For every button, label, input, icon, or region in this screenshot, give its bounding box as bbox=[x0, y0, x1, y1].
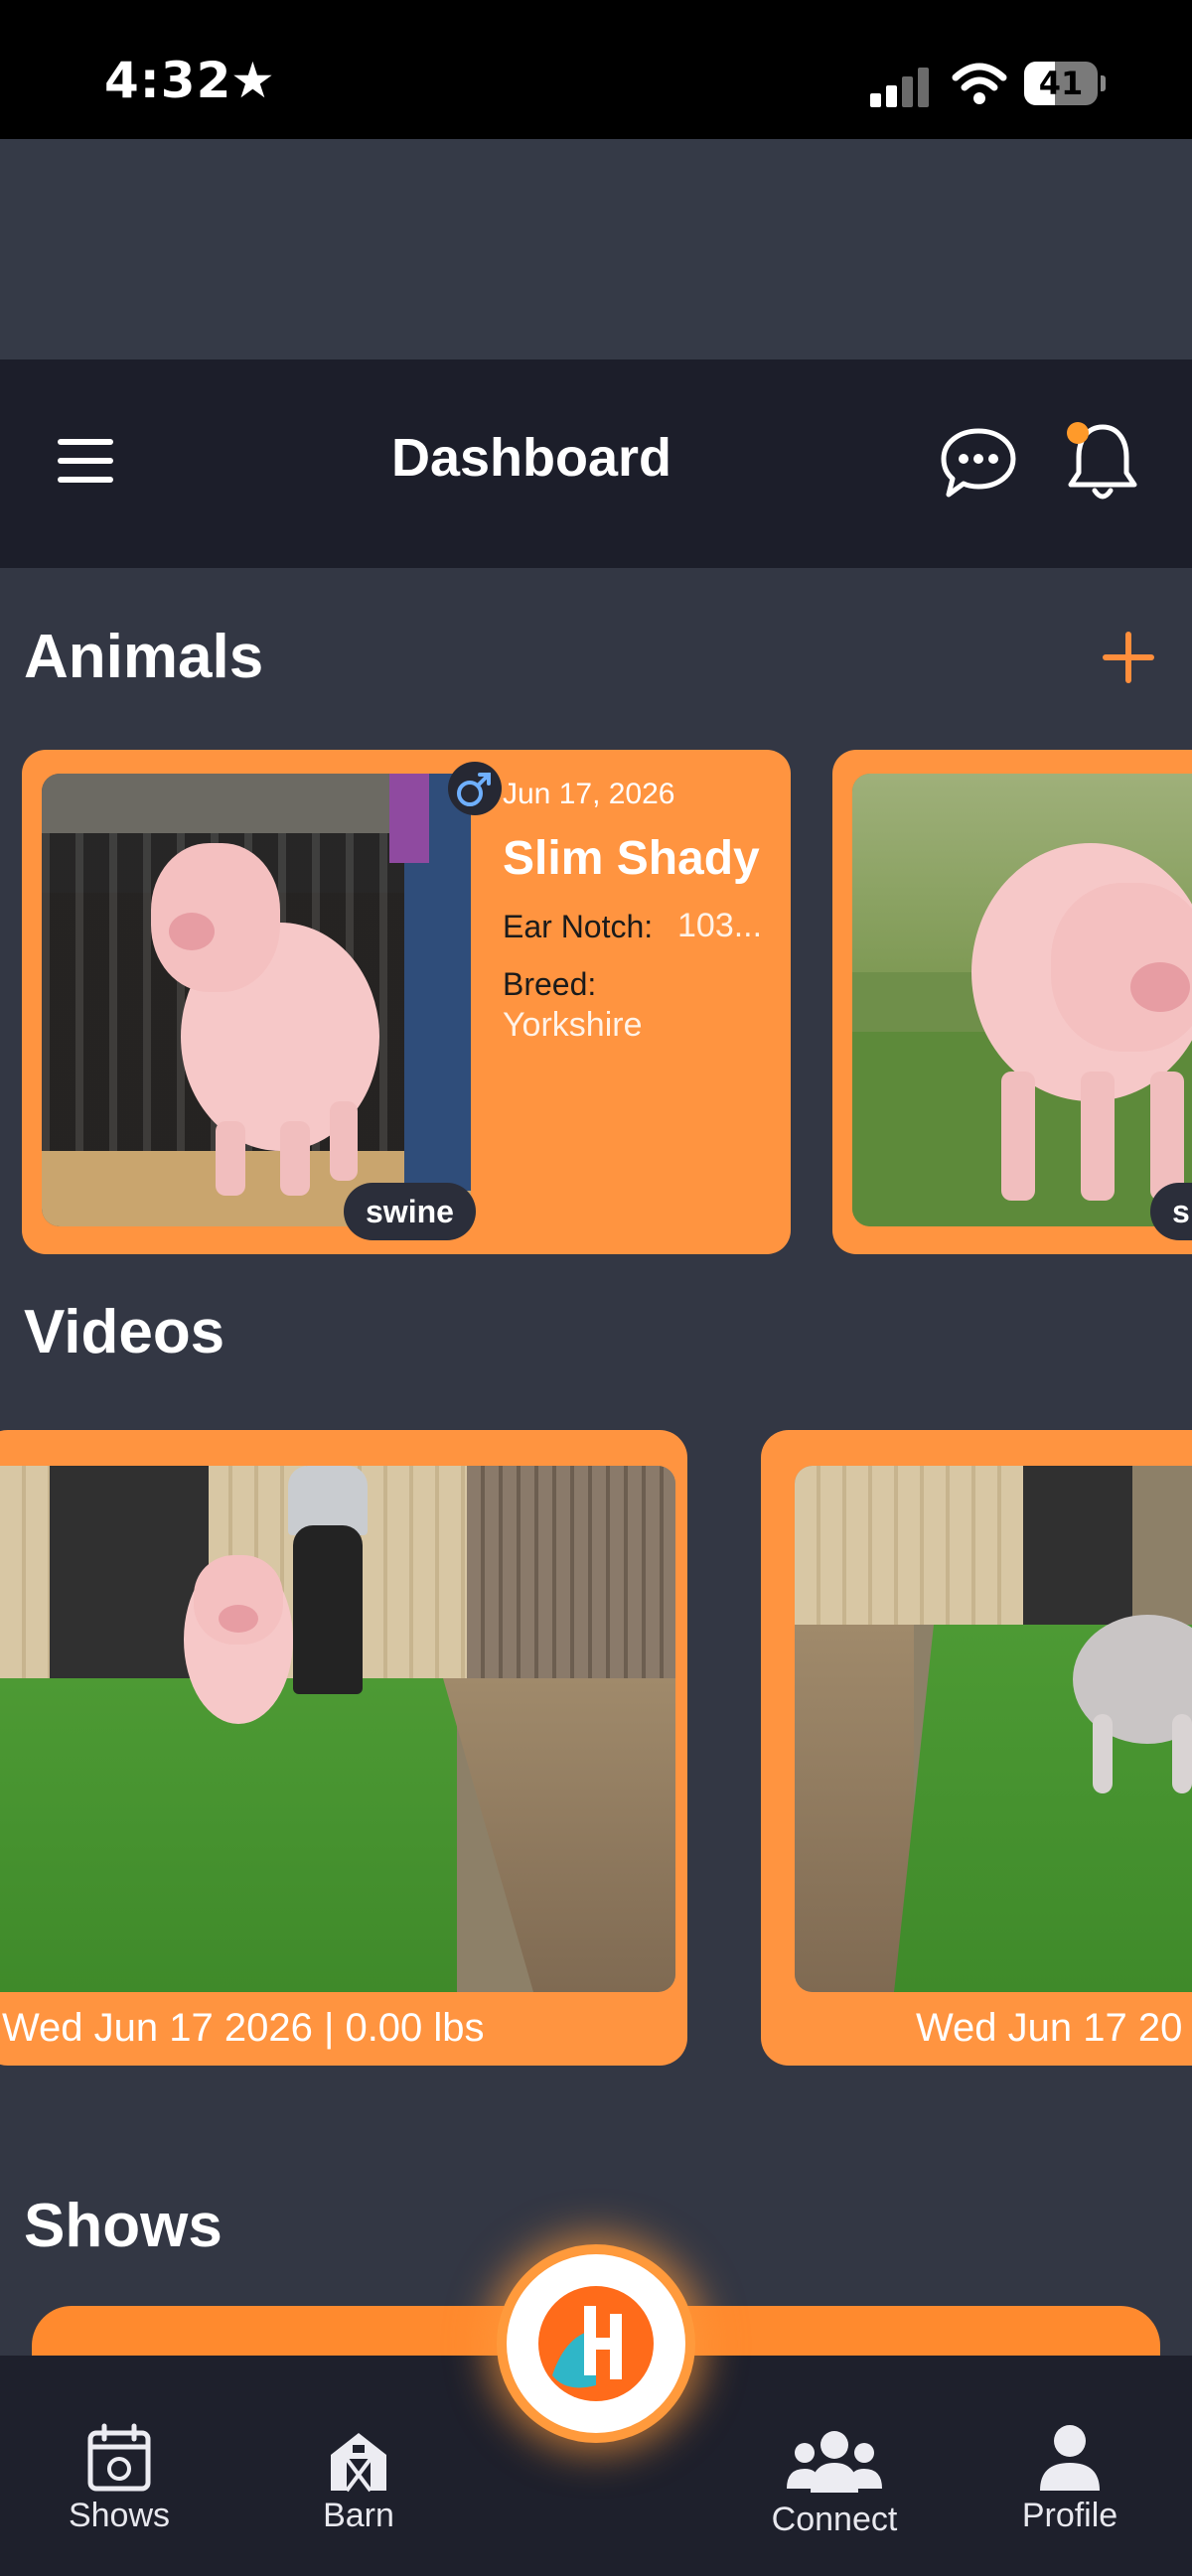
nav-connect-label: Connect bbox=[771, 2501, 898, 2538]
animals-section-title: Animals bbox=[24, 623, 264, 691]
video-card[interactable]: Wed Jun 17 2026 | 0.00 lbs bbox=[0, 1430, 687, 2066]
animal-photo bbox=[852, 774, 1192, 1226]
person-icon bbox=[1040, 2425, 1100, 2491]
top-spacer bbox=[0, 139, 1192, 359]
ear-notch-value: 103... bbox=[677, 907, 763, 944]
app-logo-icon bbox=[538, 2286, 654, 2401]
notification-dot bbox=[1067, 422, 1089, 444]
add-animal-button[interactable] bbox=[1097, 626, 1160, 689]
barn-icon bbox=[331, 2433, 386, 2493]
calendar-icon bbox=[87, 2423, 151, 2492]
page-title: Dashboard bbox=[390, 428, 672, 488]
animal-photo bbox=[42, 774, 471, 1226]
nav-shows[interactable]: Shows bbox=[55, 2423, 184, 2535]
nav-barn[interactable]: Barn bbox=[294, 2429, 423, 2535]
nav-barn-label: Barn bbox=[323, 2497, 394, 2534]
ear-notch-label: Ear Notch: bbox=[503, 909, 654, 944]
animal-card[interactable]: swine Jun 17, 2026 Slim Shady Ear Notch:… bbox=[22, 750, 791, 1254]
breed-label: Breed: bbox=[503, 966, 597, 1002]
video-thumbnail bbox=[795, 1466, 1192, 1992]
people-group-icon bbox=[787, 2431, 882, 2493]
video-thumbnail bbox=[0, 1466, 675, 1992]
animal-name: Slim Shady bbox=[503, 832, 760, 885]
video-card[interactable]: Wed Jun 17 20 bbox=[761, 1430, 1192, 2066]
chat-icon[interactable] bbox=[939, 425, 1018, 501]
home-logo-button[interactable] bbox=[497, 2244, 695, 2443]
wifi-icon bbox=[952, 63, 1007, 104]
animal-card[interactable]: s bbox=[832, 750, 1192, 1254]
video-caption: Wed Jun 17 20 bbox=[916, 2006, 1183, 2050]
status-bar: 4:32 ★ 41 bbox=[0, 0, 1192, 139]
nav-connect[interactable]: Connect bbox=[760, 2427, 909, 2539]
nav-shows-label: Shows bbox=[68, 2497, 171, 2534]
shows-section-title: Shows bbox=[24, 2192, 223, 2260]
location-star-icon: ★ bbox=[230, 52, 275, 109]
male-gender-icon bbox=[448, 762, 502, 815]
species-tag: swine bbox=[344, 1183, 476, 1240]
battery-percent: 41 bbox=[1038, 65, 1084, 102]
nav-profile[interactable]: Profile bbox=[1005, 2423, 1134, 2535]
cellular-signal-icon bbox=[870, 64, 930, 107]
video-caption: Wed Jun 17 2026 | 0.00 lbs bbox=[2, 2006, 485, 2050]
animal-date: Jun 17, 2026 bbox=[503, 778, 675, 810]
breed-value: Yorkshire bbox=[503, 1006, 643, 1044]
videos-section-title: Videos bbox=[24, 1298, 225, 1366]
battery-icon: 41 bbox=[1024, 62, 1106, 105]
status-time: 4:32 bbox=[104, 52, 232, 109]
notification-bell-icon[interactable] bbox=[1061, 417, 1144, 506]
nav-profile-label: Profile bbox=[1021, 2497, 1118, 2534]
